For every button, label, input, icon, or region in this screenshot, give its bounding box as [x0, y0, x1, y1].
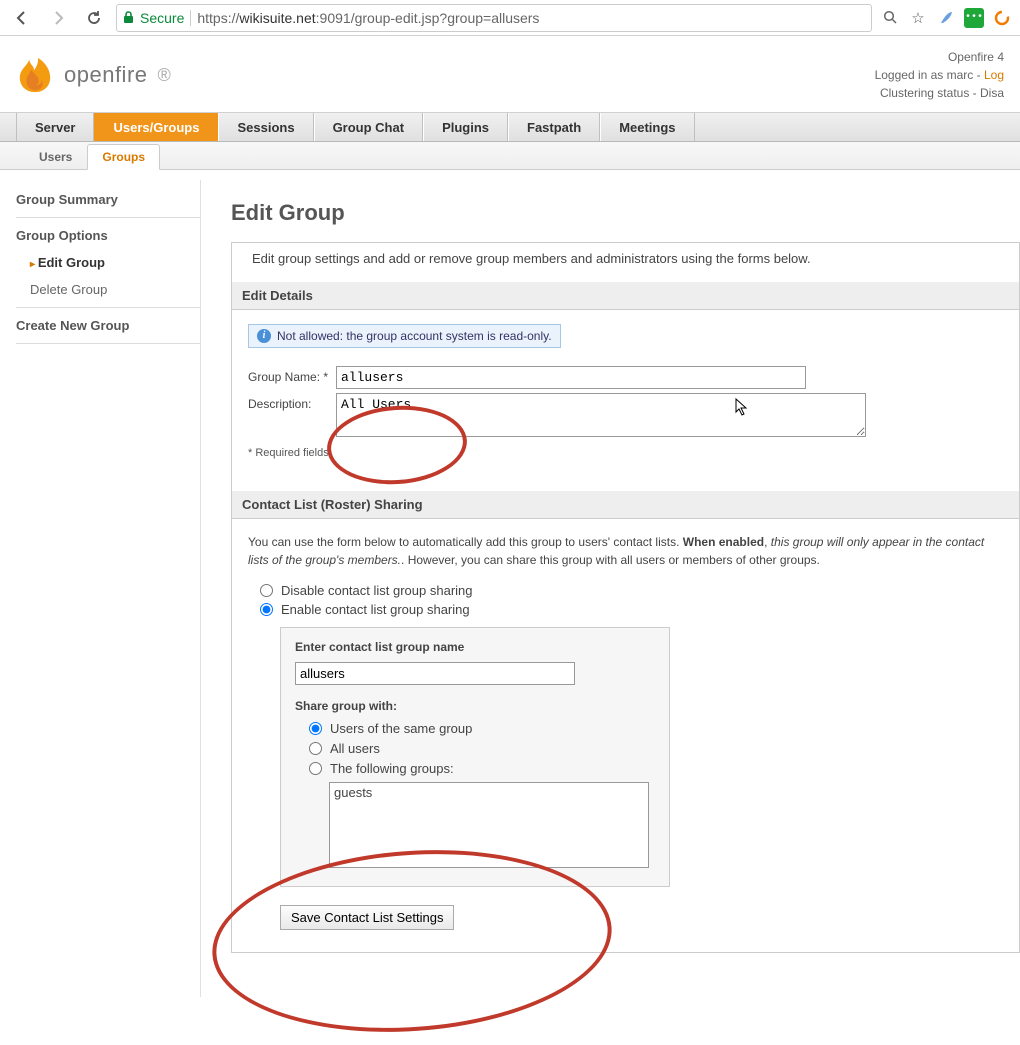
info-icon: i — [257, 329, 271, 343]
extension-lastpass-icon[interactable]: ••• — [964, 8, 984, 28]
group-name-label: Group Name: * — [248, 366, 336, 384]
extension-c-icon[interactable] — [992, 8, 1012, 28]
nav-plugins[interactable]: Plugins — [423, 113, 508, 141]
forward-button[interactable] — [44, 4, 72, 32]
url-bar[interactable]: Secure https://wikisuite.net:9091/group-… — [116, 4, 872, 32]
radio-share-same[interactable]: Users of the same group — [309, 721, 655, 736]
zoom-icon[interactable] — [880, 8, 900, 28]
save-contact-list-button[interactable]: Save Contact List Settings — [280, 905, 454, 930]
intro-text: Edit group settings and add or remove gr… — [232, 243, 1019, 282]
main-nav: Server Users/Groups Sessions Group Chat … — [0, 112, 1020, 142]
sharing-sub-panel: Enter contact list group name Share grou… — [280, 627, 670, 887]
required-note: * Required fields — [248, 447, 1003, 459]
radio-disable-sharing[interactable]: Disable contact list group sharing — [260, 583, 1003, 598]
extension-feather-icon[interactable] — [936, 8, 956, 28]
sharing-header: Contact List (Roster) Sharing — [232, 491, 1019, 519]
cursor-icon — [735, 398, 749, 416]
lock-icon — [123, 11, 134, 24]
sidebar-create-group[interactable]: Create New Group — [16, 312, 200, 339]
groups-select-list[interactable]: guests — [329, 782, 649, 868]
url-divider — [190, 10, 191, 26]
share-with-label: Share group with: — [295, 699, 655, 713]
radio-enable-sharing[interactable]: Enable contact list group sharing — [260, 602, 1003, 617]
nav-group-chat[interactable]: Group Chat — [314, 113, 424, 141]
app-header: openfire® Openfire 4 Logged in as marc -… — [0, 36, 1020, 112]
secure-label: Secure — [140, 10, 184, 26]
radio-share-following[interactable]: The following groups: — [309, 761, 655, 776]
main-content: Edit Group Edit group settings and add o… — [200, 180, 1020, 997]
edit-group-panel: Edit group settings and add or remove gr… — [231, 242, 1020, 953]
back-button[interactable] — [8, 4, 36, 32]
description-label: Description: — [248, 393, 336, 411]
sub-nav: Users Groups — [0, 142, 1020, 170]
nav-fastpath[interactable]: Fastpath — [508, 113, 600, 141]
page-title: Edit Group — [231, 200, 1020, 226]
sidebar-delete-group[interactable]: Delete Group — [16, 276, 200, 303]
sidebar-group-summary[interactable]: Group Summary — [16, 186, 200, 213]
header-status: Openfire 4 Logged in as marc - Log Clust… — [875, 48, 1004, 102]
subnav-groups[interactable]: Groups — [87, 144, 160, 170]
url-text: https://wikisuite.net:9091/group-edit.js… — [197, 10, 539, 26]
logo-text: openfire — [64, 62, 148, 88]
browser-bar: Secure https://wikisuite.net:9091/group-… — [0, 0, 1020, 36]
description-textarea[interactable]: All Users — [336, 393, 866, 437]
reload-button[interactable] — [80, 4, 108, 32]
readonly-notice: i Not allowed: the group account system … — [248, 324, 561, 348]
logo[interactable]: openfire® — [16, 56, 171, 94]
nav-meetings[interactable]: Meetings — [600, 113, 694, 141]
nav-server[interactable]: Server — [16, 113, 94, 141]
sharing-description: You can use the form below to automatica… — [248, 533, 1003, 569]
nav-users-groups[interactable]: Users/Groups — [94, 113, 218, 141]
sidebar-edit-group[interactable]: Edit Group — [16, 249, 200, 276]
star-icon[interactable]: ☆ — [908, 8, 928, 28]
group-option-guests[interactable]: guests — [334, 785, 644, 800]
sidebar: Group Summary Group Options Edit Group D… — [0, 170, 200, 997]
edit-details-header: Edit Details — [232, 282, 1019, 310]
nav-sessions[interactable]: Sessions — [218, 113, 313, 141]
sidebar-group-options[interactable]: Group Options — [16, 222, 200, 249]
openfire-flame-icon — [16, 56, 54, 94]
radio-share-all[interactable]: All users — [309, 741, 655, 756]
subnav-users[interactable]: Users — [24, 144, 87, 169]
contact-name-input[interactable] — [295, 662, 575, 685]
group-name-input[interactable] — [336, 366, 806, 389]
logout-link[interactable]: Log — [984, 68, 1004, 82]
contact-name-label: Enter contact list group name — [295, 640, 655, 654]
